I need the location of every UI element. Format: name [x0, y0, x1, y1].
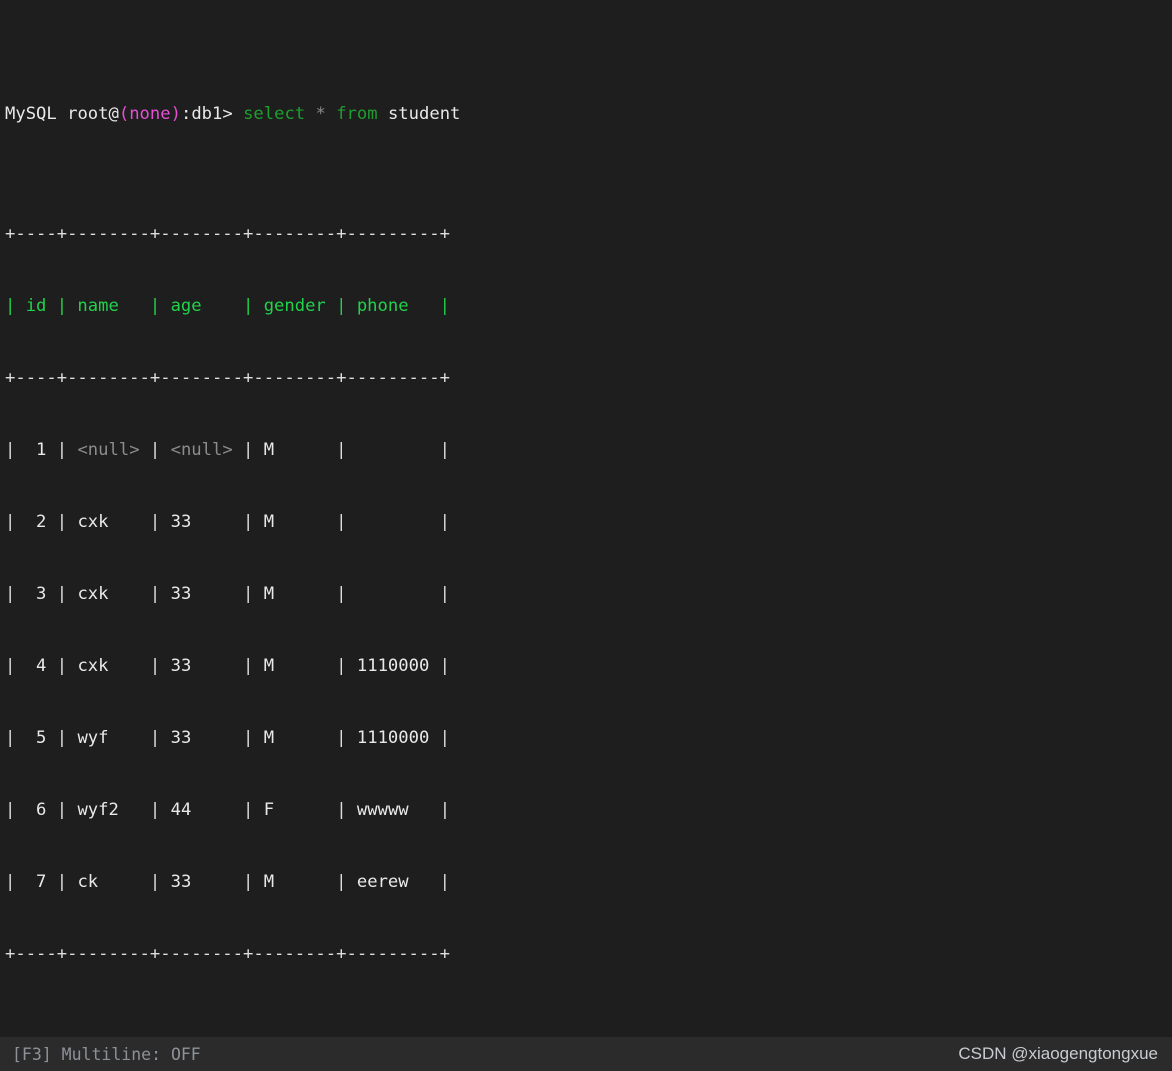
prompt-open-paren: (: [118, 104, 130, 124]
cell-gender: M: [263, 656, 275, 676]
sql-star-glob: *: [305, 104, 337, 124]
cell-id: 7: [36, 872, 47, 892]
table-row: | 6 | wyf2 | 44 | F | wwwww |: [5, 800, 451, 820]
table1-border-bottom: +----+--------+--------+--------+-------…: [5, 944, 450, 964]
cell-name: ck: [77, 872, 99, 892]
cell-id: 5: [36, 728, 47, 748]
prompt-database: none: [129, 104, 171, 124]
cell-age: 33: [170, 872, 192, 892]
table-row: | 4 | cxk | 33 | M | 1110000 |: [5, 656, 451, 676]
cell-name: cxk: [77, 656, 109, 676]
cell-age: 33: [170, 656, 192, 676]
cell-gender: M: [263, 440, 275, 460]
prompt-user: root@: [67, 104, 119, 124]
prompt-suffix: :db1>: [180, 104, 244, 124]
cell-name: cxk: [77, 512, 109, 532]
cell-id: 1: [36, 440, 47, 460]
cell-id: 4: [36, 656, 47, 676]
cell-name: <null>: [77, 440, 140, 460]
prompt-close-paren: ): [170, 104, 181, 124]
cell-id: 2: [36, 512, 47, 532]
cell-phone: wwwww: [356, 800, 409, 820]
table-row: | 3 | cxk | 33 | M | |: [5, 584, 451, 604]
cell-name: wyf: [77, 728, 109, 748]
status-bar: [F3] Multiline: OFF CSDN @xiaogengtongxu…: [0, 1037, 1172, 1071]
cell-gender: M: [263, 512, 275, 532]
terminal-output[interactable]: MySQL root@(none):db1> select * from stu…: [0, 0, 1172, 1071]
cell-id: 3: [36, 584, 47, 604]
cell-id: 6: [36, 800, 47, 820]
sql-keyword-from: from: [336, 104, 378, 124]
prompt-app: MySQL: [5, 104, 68, 124]
cell-phone: 1110000: [356, 656, 430, 676]
csdn-watermark: CSDN @xiaogengtongxue: [958, 1044, 1158, 1063]
cell-age: 33: [170, 512, 192, 532]
cell-age: 33: [170, 584, 192, 604]
table-row: | 5 | wyf | 33 | M | 1110000 |: [5, 728, 451, 748]
cell-gender: F: [263, 800, 275, 820]
cell-gender: M: [263, 728, 275, 748]
table-row: | 1 | <null> | <null> | M | |: [5, 440, 451, 460]
table-row: | 2 | cxk | 33 | M | |: [5, 512, 451, 532]
cell-name: wyf2: [77, 800, 119, 820]
terminal-window: MySQL root@(none):db1> select * from stu…: [0, 0, 1172, 1071]
sql-table-name: student: [377, 104, 461, 124]
multiline-toggle-status[interactable]: [F3] Multiline: OFF: [12, 1045, 201, 1064]
cell-gender: M: [263, 872, 275, 892]
cell-age: <null>: [170, 440, 233, 460]
cell-phone: eerew: [356, 872, 409, 892]
table1-border-top: +----+--------+--------+--------+-------…: [5, 224, 450, 244]
table1-border-header: +----+--------+--------+--------+-------…: [5, 368, 450, 388]
cell-age: 33: [170, 728, 192, 748]
cell-age: 44: [170, 800, 192, 820]
cell-gender: M: [263, 584, 275, 604]
cell-phone: 1110000: [356, 728, 430, 748]
sql-keyword-select: select: [243, 104, 306, 124]
table-row: | 7 | ck | 33 | M | eerew |: [5, 872, 451, 892]
prompt-line-select-1: MySQL root@(none):db1> select * from stu…: [5, 102, 1172, 126]
table1-header-row: | id | name | age | gender | phone |: [5, 296, 450, 316]
cell-name: cxk: [77, 584, 109, 604]
